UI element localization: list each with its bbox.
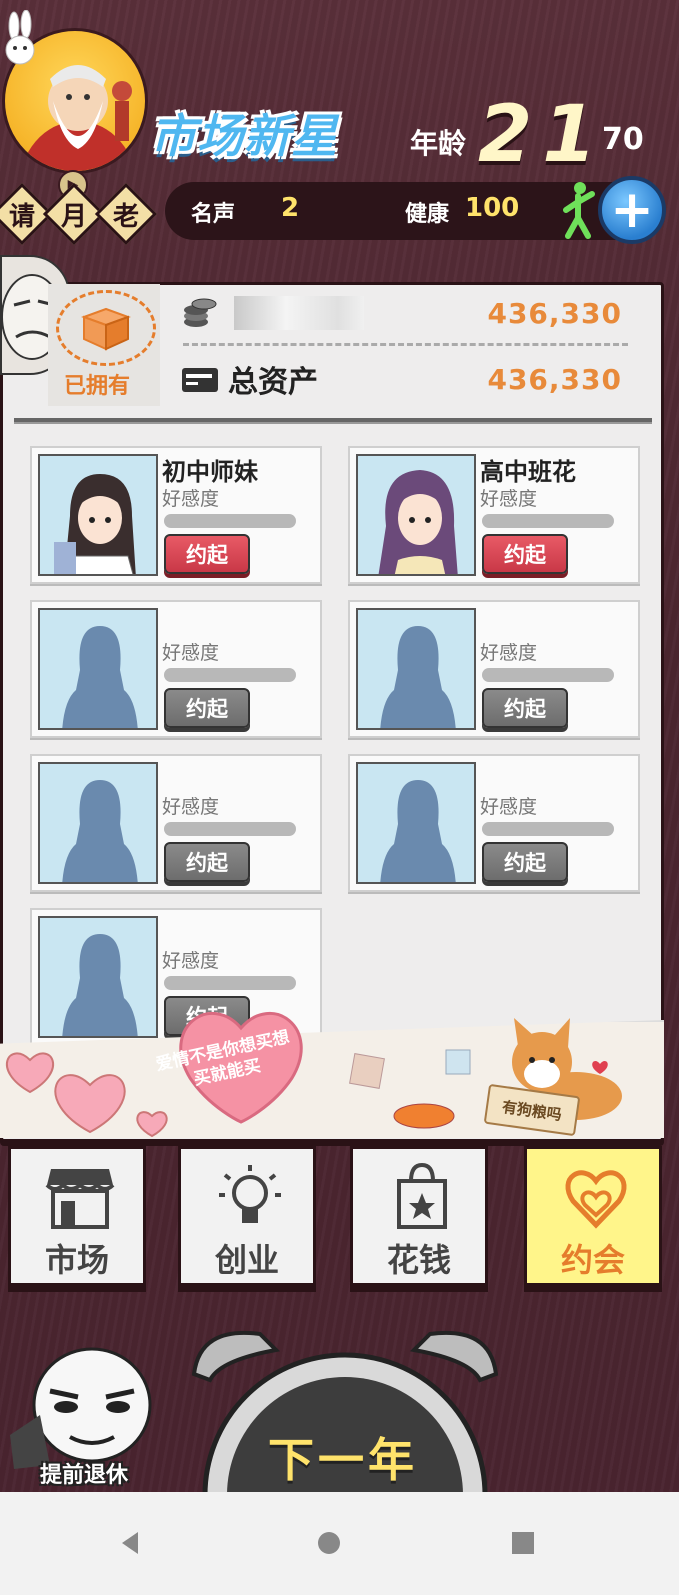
home-icon[interactable]: [314, 1528, 344, 1558]
affection-bar: [164, 822, 296, 836]
girl-portrait: [356, 454, 476, 576]
affection-bar: [164, 668, 296, 682]
coins-icon: [184, 298, 217, 327]
tab-market-label: 市场: [44, 1241, 109, 1279]
lightbulb-icon: [219, 1165, 281, 1223]
girl-card[interactable]: 高中班花 好感度 约起: [348, 446, 640, 584]
affection-label: 好感度: [480, 488, 538, 510]
age-value: 21: [478, 90, 607, 180]
early-retire-button[interactable]: 提前退休: [0, 1345, 180, 1490]
affection-label: 好感度: [480, 796, 538, 818]
silhouette-portrait: [38, 762, 158, 884]
wallet-icon: [182, 368, 218, 392]
tab-spend-label: 花钱: [386, 1241, 451, 1279]
affection-bar: [482, 668, 614, 682]
girl-name: 初中师妹: [162, 458, 258, 486]
rabbit-icon: [5, 10, 35, 65]
date-button[interactable]: 约起: [164, 534, 250, 574]
health-label: 健康: [405, 202, 450, 227]
system-nav-bar: [0, 1492, 679, 1595]
shopping-bag-icon: [397, 1163, 447, 1229]
affection-bar: [482, 822, 614, 836]
affection-bar: [482, 514, 614, 528]
fame-value: 2: [281, 193, 300, 223]
affection-label: 好感度: [480, 642, 538, 664]
cash-value: 436,330: [487, 296, 622, 330]
store-icon: [45, 1169, 115, 1229]
affection-label: 好感度: [162, 950, 220, 972]
total-assets-row: 总资产 436,330: [180, 354, 630, 404]
tab-startup[interactable]: 创业: [178, 1146, 316, 1286]
date-button[interactable]: 约起: [482, 534, 568, 574]
recents-icon[interactable]: [508, 1528, 538, 1558]
affection-bar: [164, 514, 296, 528]
affection-label: 好感度: [162, 488, 220, 510]
game-title: 市场新星: [150, 109, 338, 163]
girl-card-locked[interactable]: 好感度 约起: [348, 600, 640, 738]
date-button[interactable]: 约起: [482, 688, 568, 728]
next-year-button[interactable]: 下一年: [180, 1320, 510, 1595]
total-assets-value: 436,330: [487, 362, 622, 396]
next-year-label: 下一年: [268, 1433, 418, 1487]
owned-ring: [56, 290, 156, 366]
owned-label: 已拥有: [64, 374, 131, 399]
redacted-label: [234, 296, 364, 330]
health-value: 100: [465, 193, 520, 223]
date-button[interactable]: 约起: [482, 842, 568, 882]
girl-card-locked[interactable]: 好感度 约起: [30, 600, 322, 738]
date-button[interactable]: 约起: [164, 842, 250, 882]
heart-icon: [565, 1170, 627, 1229]
affection-label: 好感度: [162, 642, 220, 664]
age-max: 70: [602, 122, 644, 157]
early-retire-label: 提前退休: [40, 1463, 129, 1488]
fame-label: 名声: [191, 202, 236, 227]
girl-card-locked[interactable]: 好感度 约起: [348, 754, 640, 892]
cash-row: 436,330: [180, 288, 630, 338]
walking-person-icon: [563, 182, 595, 239]
tab-spend[interactable]: 花钱: [350, 1146, 488, 1286]
back-icon[interactable]: [116, 1528, 146, 1558]
tab-dating-label: 约会: [560, 1241, 625, 1279]
total-assets-label: 总资产: [228, 365, 318, 400]
tab-market[interactable]: 市场: [8, 1146, 146, 1286]
owned-assets-button[interactable]: 已拥有: [48, 284, 160, 406]
girl-name: 高中班花: [480, 458, 576, 486]
silhouette-portrait: [38, 916, 158, 1038]
date-button[interactable]: 约起: [164, 688, 250, 728]
silhouette-portrait: [38, 608, 158, 730]
asset-divider: [183, 343, 628, 346]
girl-portrait: [38, 454, 158, 576]
tab-startup-label: 创业: [214, 1241, 279, 1279]
add-health-button[interactable]: +: [598, 176, 666, 244]
yuelao-label: 请 月 老: [0, 188, 152, 240]
tab-dating[interactable]: 约会: [524, 1146, 662, 1286]
girl-card[interactable]: 初中师妹 好感度 约起: [30, 446, 322, 584]
affection-bar: [164, 976, 296, 990]
silhouette-portrait: [356, 608, 476, 730]
girl-card-locked[interactable]: 好感度 约起: [30, 754, 322, 892]
yuelao-advisor-button[interactable]: ▶: [2, 10, 148, 200]
box-icon: [81, 307, 131, 351]
age-label: 年龄: [410, 127, 467, 160]
section-divider: [14, 418, 652, 424]
affection-label: 好感度: [162, 796, 220, 818]
silhouette-portrait: [356, 762, 476, 884]
